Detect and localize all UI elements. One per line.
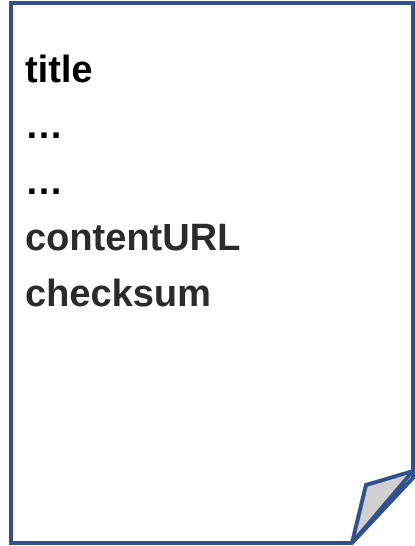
field-list: title … … contentURL checksum [25, 42, 240, 322]
field-ellipsis: … [25, 105, 63, 147]
field-title: title [25, 49, 93, 91]
field-checksum: checksum [25, 273, 211, 315]
field-ellipsis: … [25, 161, 63, 203]
field-content-url: contentURL [25, 217, 241, 259]
